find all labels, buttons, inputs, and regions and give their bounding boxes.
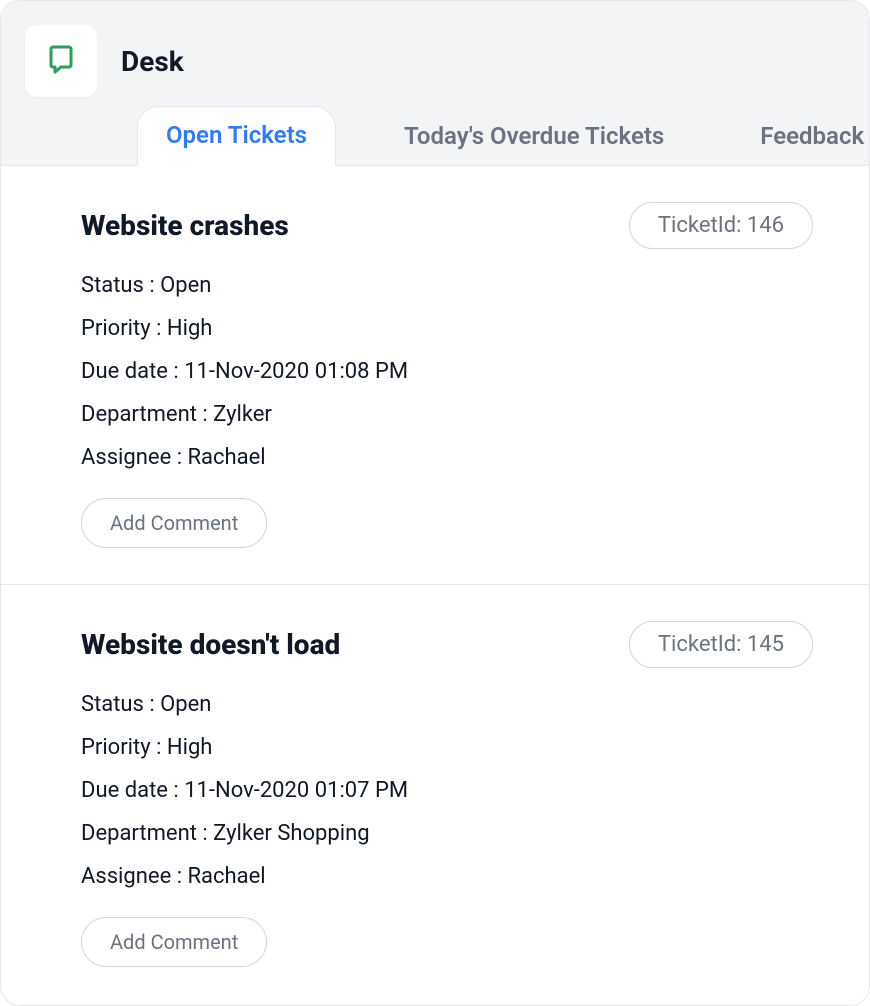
ticket-id-badge: TicketId: 146 <box>629 202 813 249</box>
department-value: Zylker Shopping <box>213 821 369 846</box>
ticket-assignee-row: Assignee : Rachael <box>81 445 813 470</box>
desk-widget: Desk Open Tickets Today's Overdue Ticket… <box>0 0 870 1006</box>
status-value: Open <box>160 692 211 717</box>
ticket-header: Website doesn't load TicketId: 145 <box>81 621 813 668</box>
ticket-id-badge: TicketId: 145 <box>629 621 813 668</box>
status-value: Open <box>160 273 211 298</box>
ticket-header: Website crashes TicketId: 146 <box>81 202 813 249</box>
due-date-value: 11-Nov-2020 01:07 PM <box>184 778 408 803</box>
ticket-status-row: Status : Open <box>81 692 813 717</box>
ticket-title: Website crashes <box>81 209 289 242</box>
assignee-label: Assignee <box>81 864 171 889</box>
ticket-priority-row: Priority : High <box>81 735 813 760</box>
priority-value: High <box>167 735 213 760</box>
tab-feedback[interactable]: Feedback <box>732 108 870 166</box>
department-label: Department <box>81 402 197 427</box>
ticket-fields: Status : Open Priority : High Due date :… <box>81 273 813 470</box>
tab-overdue-tickets[interactable]: Today's Overdue Tickets <box>376 108 692 166</box>
title-row: Desk <box>25 25 845 97</box>
tabs-row: Open Tickets Today's Overdue Tickets Fee… <box>25 106 845 166</box>
ticket-row: Website doesn't load TicketId: 145 Statu… <box>1 585 869 1003</box>
priority-value: High <box>167 316 213 341</box>
assignee-label: Assignee <box>81 445 171 470</box>
ticket-fields: Status : Open Priority : High Due date :… <box>81 692 813 889</box>
add-comment-button[interactable]: Add Comment <box>81 498 267 548</box>
ticket-department-row: Department : Zylker Shopping <box>81 821 813 846</box>
status-label: Status <box>81 273 144 298</box>
due-date-value: 11-Nov-2020 01:08 PM <box>184 359 408 384</box>
desk-app-icon <box>43 41 79 81</box>
due-date-label: Due date <box>81 778 168 803</box>
ticket-id-value: 146 <box>747 213 784 238</box>
app-icon-box <box>25 25 97 97</box>
status-label: Status <box>81 692 144 717</box>
ticket-id-label: TicketId <box>658 632 736 657</box>
ticket-id-label: TicketId <box>658 213 736 238</box>
ticket-due-date-row: Due date : 11-Nov-2020 01:07 PM <box>81 778 813 803</box>
due-date-label: Due date <box>81 359 168 384</box>
app-title: Desk <box>121 45 184 78</box>
ticket-id-value: 145 <box>747 632 784 657</box>
tab-open-tickets[interactable]: Open Tickets <box>137 106 336 166</box>
ticket-title: Website doesn't load <box>81 628 340 661</box>
assignee-value: Rachael <box>188 864 266 889</box>
department-label: Department <box>81 821 197 846</box>
ticket-department-row: Department : Zylker <box>81 402 813 427</box>
ticket-status-row: Status : Open <box>81 273 813 298</box>
department-value: Zylker <box>213 402 272 427</box>
priority-label: Priority <box>81 316 151 341</box>
priority-label: Priority <box>81 735 151 760</box>
ticket-priority-row: Priority : High <box>81 316 813 341</box>
widget-header: Desk Open Tickets Today's Overdue Ticket… <box>1 1 869 166</box>
ticket-list: Website crashes TicketId: 146 Status : O… <box>1 166 869 1005</box>
add-comment-button[interactable]: Add Comment <box>81 917 267 967</box>
ticket-due-date-row: Due date : 11-Nov-2020 01:08 PM <box>81 359 813 384</box>
ticket-row: Website crashes TicketId: 146 Status : O… <box>1 166 869 585</box>
ticket-assignee-row: Assignee : Rachael <box>81 864 813 889</box>
assignee-value: Rachael <box>188 445 266 470</box>
